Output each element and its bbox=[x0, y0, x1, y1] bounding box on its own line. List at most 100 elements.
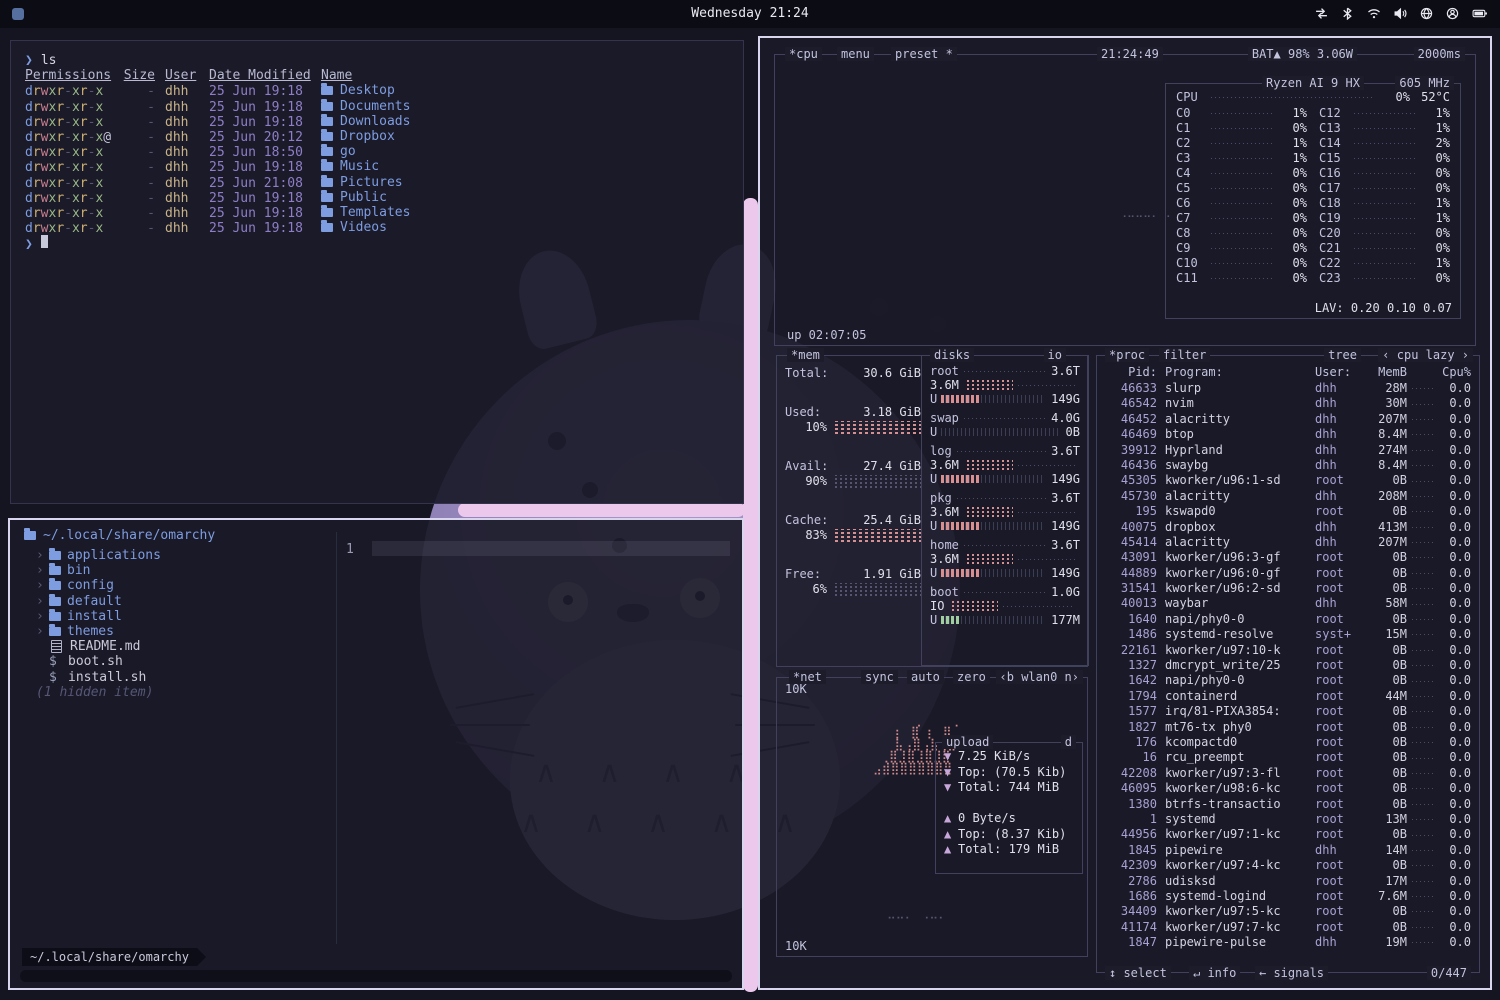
process-row[interactable]: 176 kcompactd0 root 0B 0.0 bbox=[1105, 735, 1471, 750]
disk-name-line: pkg 3.6T bbox=[930, 491, 1080, 505]
file-tree-item[interactable]: applications bbox=[36, 548, 161, 563]
screencast-icon[interactable] bbox=[1315, 7, 1328, 20]
mem-cell: 44M bbox=[1363, 689, 1407, 704]
process-row[interactable]: 1577 irq/81-PIXA3854: root 0B 0.0 bbox=[1105, 704, 1471, 719]
process-row[interactable]: 1642 napi/phy0-0 root 0B 0.0 bbox=[1105, 673, 1471, 688]
process-row[interactable]: 1 systemd root 13M 0.0 bbox=[1105, 812, 1471, 827]
user-cell: dhh bbox=[1315, 843, 1363, 858]
user-cell: dhh bbox=[1315, 458, 1363, 473]
process-row[interactable]: 1640 napi/phy0-0 root 0B 0.0 bbox=[1105, 612, 1471, 627]
net-auto-button[interactable]: auto bbox=[907, 670, 944, 684]
file-tree-item[interactable]: (1 hidden item) bbox=[36, 685, 161, 700]
process-row[interactable]: 46542 nvim dhh 30M 0.0 bbox=[1105, 396, 1471, 411]
file-tree-item[interactable]: default bbox=[36, 594, 161, 609]
process-row[interactable]: 41174 kworker/u97:7-kc root 0B 0.0 bbox=[1105, 920, 1471, 935]
info-hint[interactable]: ↵ info bbox=[1189, 966, 1240, 980]
wallpaper-highlight-band bbox=[458, 503, 745, 517]
core-row: C20 0% bbox=[1319, 226, 1450, 241]
process-row[interactable]: 39912 Hyprland dhh 274M 0.0 bbox=[1105, 443, 1471, 458]
process-row[interactable]: 40013 waybar dhh 58M 0.0 bbox=[1105, 596, 1471, 611]
filter-button[interactable]: filter bbox=[1159, 348, 1210, 362]
core-meter bbox=[1211, 143, 1274, 144]
signals-hint[interactable]: ← signals bbox=[1255, 966, 1328, 980]
cpu-cell: 0.0 bbox=[1441, 766, 1471, 781]
net-device-switcher[interactable]: ‹b wlan0 n› bbox=[996, 670, 1083, 684]
tree-button[interactable]: tree bbox=[1324, 348, 1361, 362]
process-row[interactable]: 40075 dropbox dhh 413M 0.0 bbox=[1105, 520, 1471, 535]
process-row[interactable]: 44956 kworker/u97:1-kc root 0B 0.0 bbox=[1105, 827, 1471, 842]
process-row[interactable]: 34409 kworker/u97:5-kc root 0B 0.0 bbox=[1105, 904, 1471, 919]
network-icon[interactable] bbox=[1420, 7, 1433, 20]
ls-row: drwxr-xr-x@ - dhh 25 Jun 20:12 Dropbox bbox=[25, 129, 729, 144]
file-tree-item[interactable]: boot.sh bbox=[36, 654, 161, 669]
file-tree-item[interactable]: bin bbox=[36, 563, 161, 578]
io-mode-button[interactable]: io bbox=[1044, 348, 1066, 362]
core-row: C9 0% bbox=[1176, 241, 1307, 256]
user-icon[interactable] bbox=[1446, 7, 1459, 20]
size-cell: - bbox=[121, 160, 165, 175]
statusbar-path[interactable]: ~/.local/share/omarchy bbox=[22, 948, 197, 966]
process-row[interactable]: 16 rcu_preempt root 0B 0.0 bbox=[1105, 750, 1471, 765]
bluetooth-icon[interactable] bbox=[1341, 7, 1354, 20]
process-row[interactable]: 1794 containerd root 44M 0.0 bbox=[1105, 689, 1471, 704]
user-cell: root bbox=[1315, 766, 1363, 781]
file-tree-item[interactable]: install.sh bbox=[36, 670, 161, 685]
sort-column-switcher[interactable]: ‹ cpu lazy › bbox=[1378, 348, 1473, 362]
used-label: U bbox=[930, 613, 937, 627]
net-tab[interactable]: *net bbox=[789, 670, 826, 684]
file-tree-item[interactable]: themes bbox=[36, 624, 161, 639]
wifi-icon[interactable] bbox=[1367, 7, 1381, 20]
mem-tab[interactable]: *mem bbox=[787, 348, 824, 362]
chevron-right-icon bbox=[36, 594, 49, 609]
process-row[interactable]: 42208 kworker/u97:3-fl root 0B 0.0 bbox=[1105, 766, 1471, 781]
menu-button[interactable]: menu bbox=[837, 47, 874, 61]
process-row[interactable]: 1380 btrfs-transactio root 0B 0.0 bbox=[1105, 797, 1471, 812]
preset-button[interactable]: preset * bbox=[891, 47, 957, 61]
net-zero-button[interactable]: zero bbox=[953, 670, 990, 684]
select-hint[interactable]: ↕ select bbox=[1105, 966, 1171, 980]
folder-icon bbox=[321, 193, 333, 202]
mem-history-graph bbox=[835, 421, 921, 434]
disk-entry: root 3.6T 3.6M U bbox=[930, 364, 1080, 406]
process-row[interactable]: 46633 slurp dhh 28M 0.0 bbox=[1105, 381, 1471, 396]
process-row[interactable]: 46469 btop dhh 8.4M 0.0 bbox=[1105, 427, 1471, 442]
process-row[interactable]: 46436 swaybg dhh 8.4M 0.0 bbox=[1105, 458, 1471, 473]
core-meter bbox=[1354, 158, 1417, 159]
cpu-mini-meter bbox=[1412, 911, 1436, 912]
volume-icon[interactable] bbox=[1394, 7, 1407, 20]
file-tree-item[interactable]: README.md bbox=[36, 639, 161, 654]
process-row[interactable]: 1686 systemd-logind root 7.6M 0.0 bbox=[1105, 889, 1471, 904]
process-row[interactable]: 45414 alacritty dhh 207M 0.0 bbox=[1105, 535, 1471, 550]
direction-arrow-icon: ▼ bbox=[944, 765, 958, 781]
process-row[interactable]: 195 kswapd0 root 0B 0.0 bbox=[1105, 504, 1471, 519]
process-row[interactable]: 1847 pipewire-pulse dhh 19M 0.0 bbox=[1105, 935, 1471, 950]
process-row[interactable]: 46095 kworker/u98:6-kc root 0B 0.0 bbox=[1105, 781, 1471, 796]
process-row[interactable]: 1845 pipewire dhh 14M 0.0 bbox=[1105, 843, 1471, 858]
proc-panel: *proc filter tree ‹ cpu lazy › Pid: Prog… bbox=[1096, 355, 1480, 973]
disks-tab[interactable]: disks bbox=[930, 348, 974, 362]
file-tree-item[interactable]: config bbox=[36, 578, 161, 593]
name-cell: Music bbox=[321, 159, 729, 174]
battery-icon[interactable] bbox=[1472, 7, 1488, 20]
folder-icon bbox=[321, 223, 333, 232]
process-row[interactable]: 46452 alacritty dhh 207M 0.0 bbox=[1105, 412, 1471, 427]
proc-tab[interactable]: *proc bbox=[1105, 348, 1149, 362]
net-sync-button[interactable]: sync bbox=[861, 670, 898, 684]
process-row[interactable]: 2786 udisksd root 17M 0.0 bbox=[1105, 874, 1471, 889]
process-row[interactable]: 43091 kworker/u96:3-gf root 0B 0.0 bbox=[1105, 550, 1471, 565]
process-row[interactable]: 45730 alacritty dhh 208M 0.0 bbox=[1105, 489, 1471, 504]
file-tree-item[interactable]: install bbox=[36, 609, 161, 624]
pid-cell: 1380 bbox=[1105, 797, 1165, 812]
new-prompt-line[interactable]: ❯ bbox=[25, 235, 729, 250]
core-meter bbox=[1211, 218, 1274, 219]
process-row[interactable]: 45305 kworker/u96:1-sd root 0B 0.0 bbox=[1105, 473, 1471, 488]
process-row[interactable]: 42309 kworker/u97:4-kc root 0B 0.0 bbox=[1105, 858, 1471, 873]
process-row[interactable]: 1827 mt76-tx phy0 root 0B 0.0 bbox=[1105, 720, 1471, 735]
process-row[interactable]: 22161 kworker/u97:10-k root 0B 0.0 bbox=[1105, 643, 1471, 658]
process-row[interactable]: 44889 kworker/u96:0-gf root 0B 0.0 bbox=[1105, 566, 1471, 581]
used-label: U bbox=[930, 392, 937, 406]
cpu-tab[interactable]: *cpu bbox=[785, 47, 822, 61]
process-row[interactable]: 1486 systemd-resolve syst+ 15M 0.0 bbox=[1105, 627, 1471, 642]
process-row[interactable]: 1327 dmcrypt_write/25 root 0B 0.0 bbox=[1105, 658, 1471, 673]
process-row[interactable]: 31541 kworker/u96:2-sd root 0B 0.0 bbox=[1105, 581, 1471, 596]
